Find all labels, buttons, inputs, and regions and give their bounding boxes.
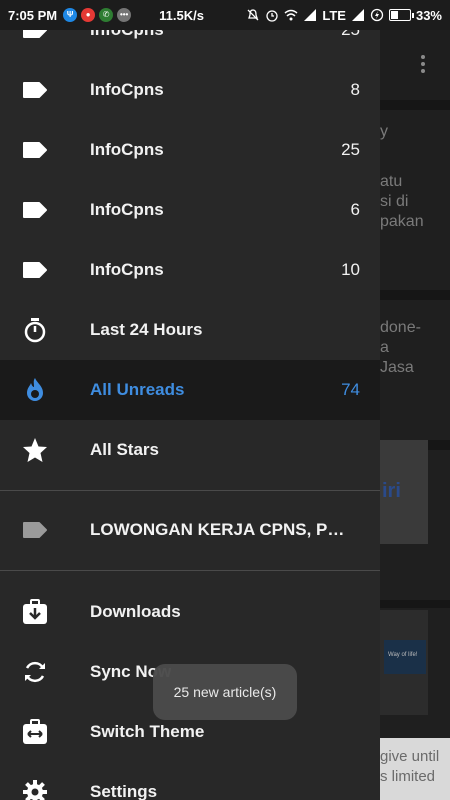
battery-icon	[388, 9, 414, 21]
toast-message: 25 new article(s)	[153, 664, 297, 720]
drawer-item-count: 74	[341, 380, 360, 399]
drawer-item-label: Downloads	[90, 602, 181, 621]
drawer-item-label: InfoCpns	[90, 140, 164, 159]
flame-icon	[22, 377, 48, 403]
wifi-icon	[284, 9, 298, 21]
drawer-item-label: Settings	[90, 782, 158, 800]
drawer-item-tag[interactable]: InfoCpns 6	[0, 180, 380, 240]
drawer-item-tag[interactable]: InfoCpns 25	[0, 120, 380, 180]
switch-theme-icon	[22, 719, 48, 745]
drawer-item-settings[interactable]: Settings	[0, 762, 380, 800]
timer-icon	[22, 317, 48, 343]
drawer-divider	[0, 570, 380, 571]
background-text: a	[380, 339, 389, 356]
drawer-item-label: InfoCpns	[90, 30, 164, 40]
drawer-item-last-24-hours[interactable]: Last 24 Hours	[0, 300, 380, 360]
drawer-item-label: LOWONGAN KERJA CPNS, PNS...	[90, 520, 355, 539]
background-text: Way of life!	[388, 652, 418, 658]
drawer-item-label: All Unreads	[90, 380, 185, 399]
drawer-divider	[0, 490, 380, 491]
signal-icon	[304, 9, 317, 21]
background-text: Jasa	[380, 359, 414, 376]
ad-banner[interactable]: give until s limited	[380, 738, 450, 800]
notification-app-icon: Ψ	[63, 8, 78, 22]
network-type: LTE	[322, 7, 346, 23]
drawer-item-count: 6	[350, 200, 360, 219]
status-bar: 7:05 PM Ψ ● ✆ ••• 11.5K/s LTE 33%	[0, 0, 450, 30]
tag-icon	[22, 197, 48, 223]
drawer-item-label: All Stars	[90, 440, 159, 459]
background-text: y	[380, 123, 388, 140]
background-text: done-	[380, 319, 421, 336]
tag-icon	[22, 77, 48, 103]
drawer-item-tag[interactable]: InfoCpns 8	[0, 60, 380, 120]
drawer-item-label: InfoCpns	[90, 260, 164, 279]
background-text: atu	[380, 173, 403, 190]
drawer-item-all-stars[interactable]: All Stars	[0, 420, 380, 480]
whatsapp-icon: ✆	[99, 8, 114, 22]
download-icon	[22, 599, 48, 625]
drawer-item-label: InfoCpns	[90, 200, 164, 219]
tag-icon	[22, 30, 48, 43]
background-thumbnail: iri	[380, 440, 428, 544]
drawer-item-count: 25	[341, 30, 360, 40]
toast-text: 25 new article(s)	[173, 684, 277, 700]
drawer-item-downloads[interactable]: Downloads	[0, 582, 380, 642]
alarm-icon	[266, 10, 279, 22]
battery-percent: 33%	[415, 7, 442, 23]
background-text: iri	[382, 480, 401, 502]
drawer-item-tag[interactable]: InfoCpns 25	[0, 30, 380, 60]
drawer-item-count: 10	[341, 260, 360, 279]
background-text: pakan	[380, 213, 424, 230]
drawer-item-label: Last 24 Hours	[90, 320, 203, 339]
drawer-item-label: InfoCpns	[90, 80, 164, 99]
background-toolbar	[380, 30, 450, 100]
background-thumbnail: Way of life!	[380, 610, 428, 715]
tag-icon	[22, 257, 48, 283]
drawer-item-label: Switch Theme	[90, 722, 205, 741]
background-text: si di	[380, 193, 409, 210]
status-time: 7:05 PM	[8, 7, 58, 23]
drawer-item-count: 8	[350, 80, 360, 99]
mute-icon	[247, 9, 259, 21]
notification-app-icon: ●	[81, 8, 96, 22]
background-feed: y atu si di pakan done- a Jasa iri Way o…	[380, 30, 450, 800]
tag-icon	[22, 137, 48, 163]
tag-icon	[22, 517, 48, 543]
drawer-item-count: 25	[341, 140, 360, 159]
gear-icon	[22, 779, 48, 800]
more-notifications-icon: •••	[117, 8, 132, 22]
star-icon	[22, 437, 48, 463]
overflow-menu-icon	[420, 55, 426, 77]
drawer-item-feed[interactable]: LOWONGAN KERJA CPNS, PNS...	[0, 500, 380, 560]
network-speed: 11.5K/s	[159, 7, 204, 23]
signal-icon	[351, 9, 364, 21]
drawer-item-tag[interactable]: InfoCpns 10	[0, 240, 380, 300]
drawer-item-all-unreads[interactable]: All Unreads 74	[0, 360, 380, 420]
sync-icon	[22, 659, 48, 685]
data-saver-icon	[370, 8, 384, 22]
